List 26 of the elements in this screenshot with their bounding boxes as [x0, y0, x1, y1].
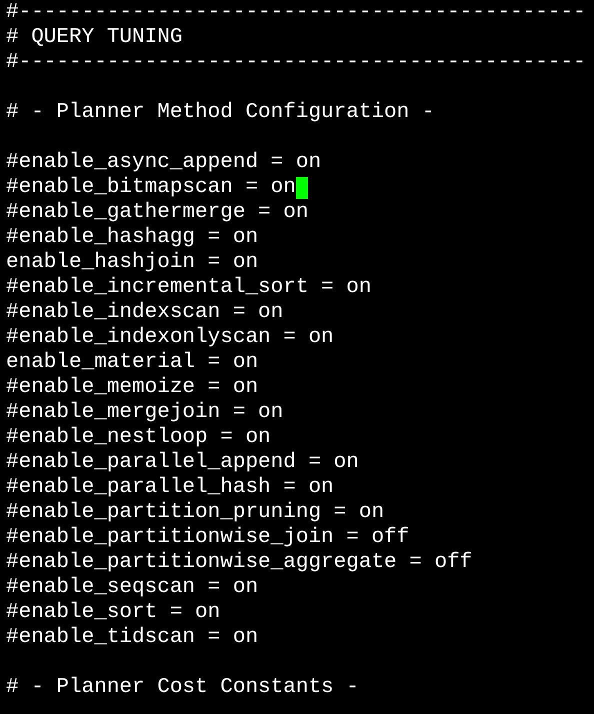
config-line: #enable_gathermerge = on [6, 200, 308, 225]
config-line: #enable_nestloop = on [6, 425, 271, 450]
config-line: #enable_sort = on [6, 600, 220, 625]
text-cursor [296, 177, 308, 199]
config-line: #enable_partitionwise_aggregate = off [6, 550, 472, 575]
config-line: #enable_tidscan = on [6, 625, 258, 650]
config-line: #enable_mergejoin = on [6, 400, 284, 425]
config-line: enable_material = on [6, 350, 258, 375]
config-line: #enable_partitionwise_join = off [6, 525, 410, 550]
config-line: # QUERY TUNING [6, 25, 182, 50]
config-line: #enable_indexscan = on [6, 300, 284, 325]
config-line: #enable_partition_pruning = on [6, 500, 384, 525]
config-line: # - Planner Method Configuration - [6, 100, 434, 125]
config-line: #enable_indexonlyscan = on [6, 325, 334, 350]
config-line: #enable_memoize = on [6, 375, 258, 400]
config-line: #enable_seqscan = on [6, 575, 258, 600]
config-line: #enable_incremental_sort = on [6, 275, 372, 300]
config-line: #enable_bitmapscan = on [6, 175, 296, 200]
config-line: #enable_parallel_append = on [6, 450, 359, 475]
config-line: #--------------------------------------------- [6, 0, 586, 25]
config-line: #--------------------------------------------- [6, 50, 586, 75]
config-line: #enable_hashagg = on [6, 225, 258, 250]
config-line: #enable_async_append = on [6, 150, 322, 175]
config-line: # - Planner Cost Constants - [6, 675, 359, 700]
config-line: #enable_parallel_hash = on [6, 475, 334, 500]
config-line: enable_hashjoin = on [6, 250, 258, 275]
